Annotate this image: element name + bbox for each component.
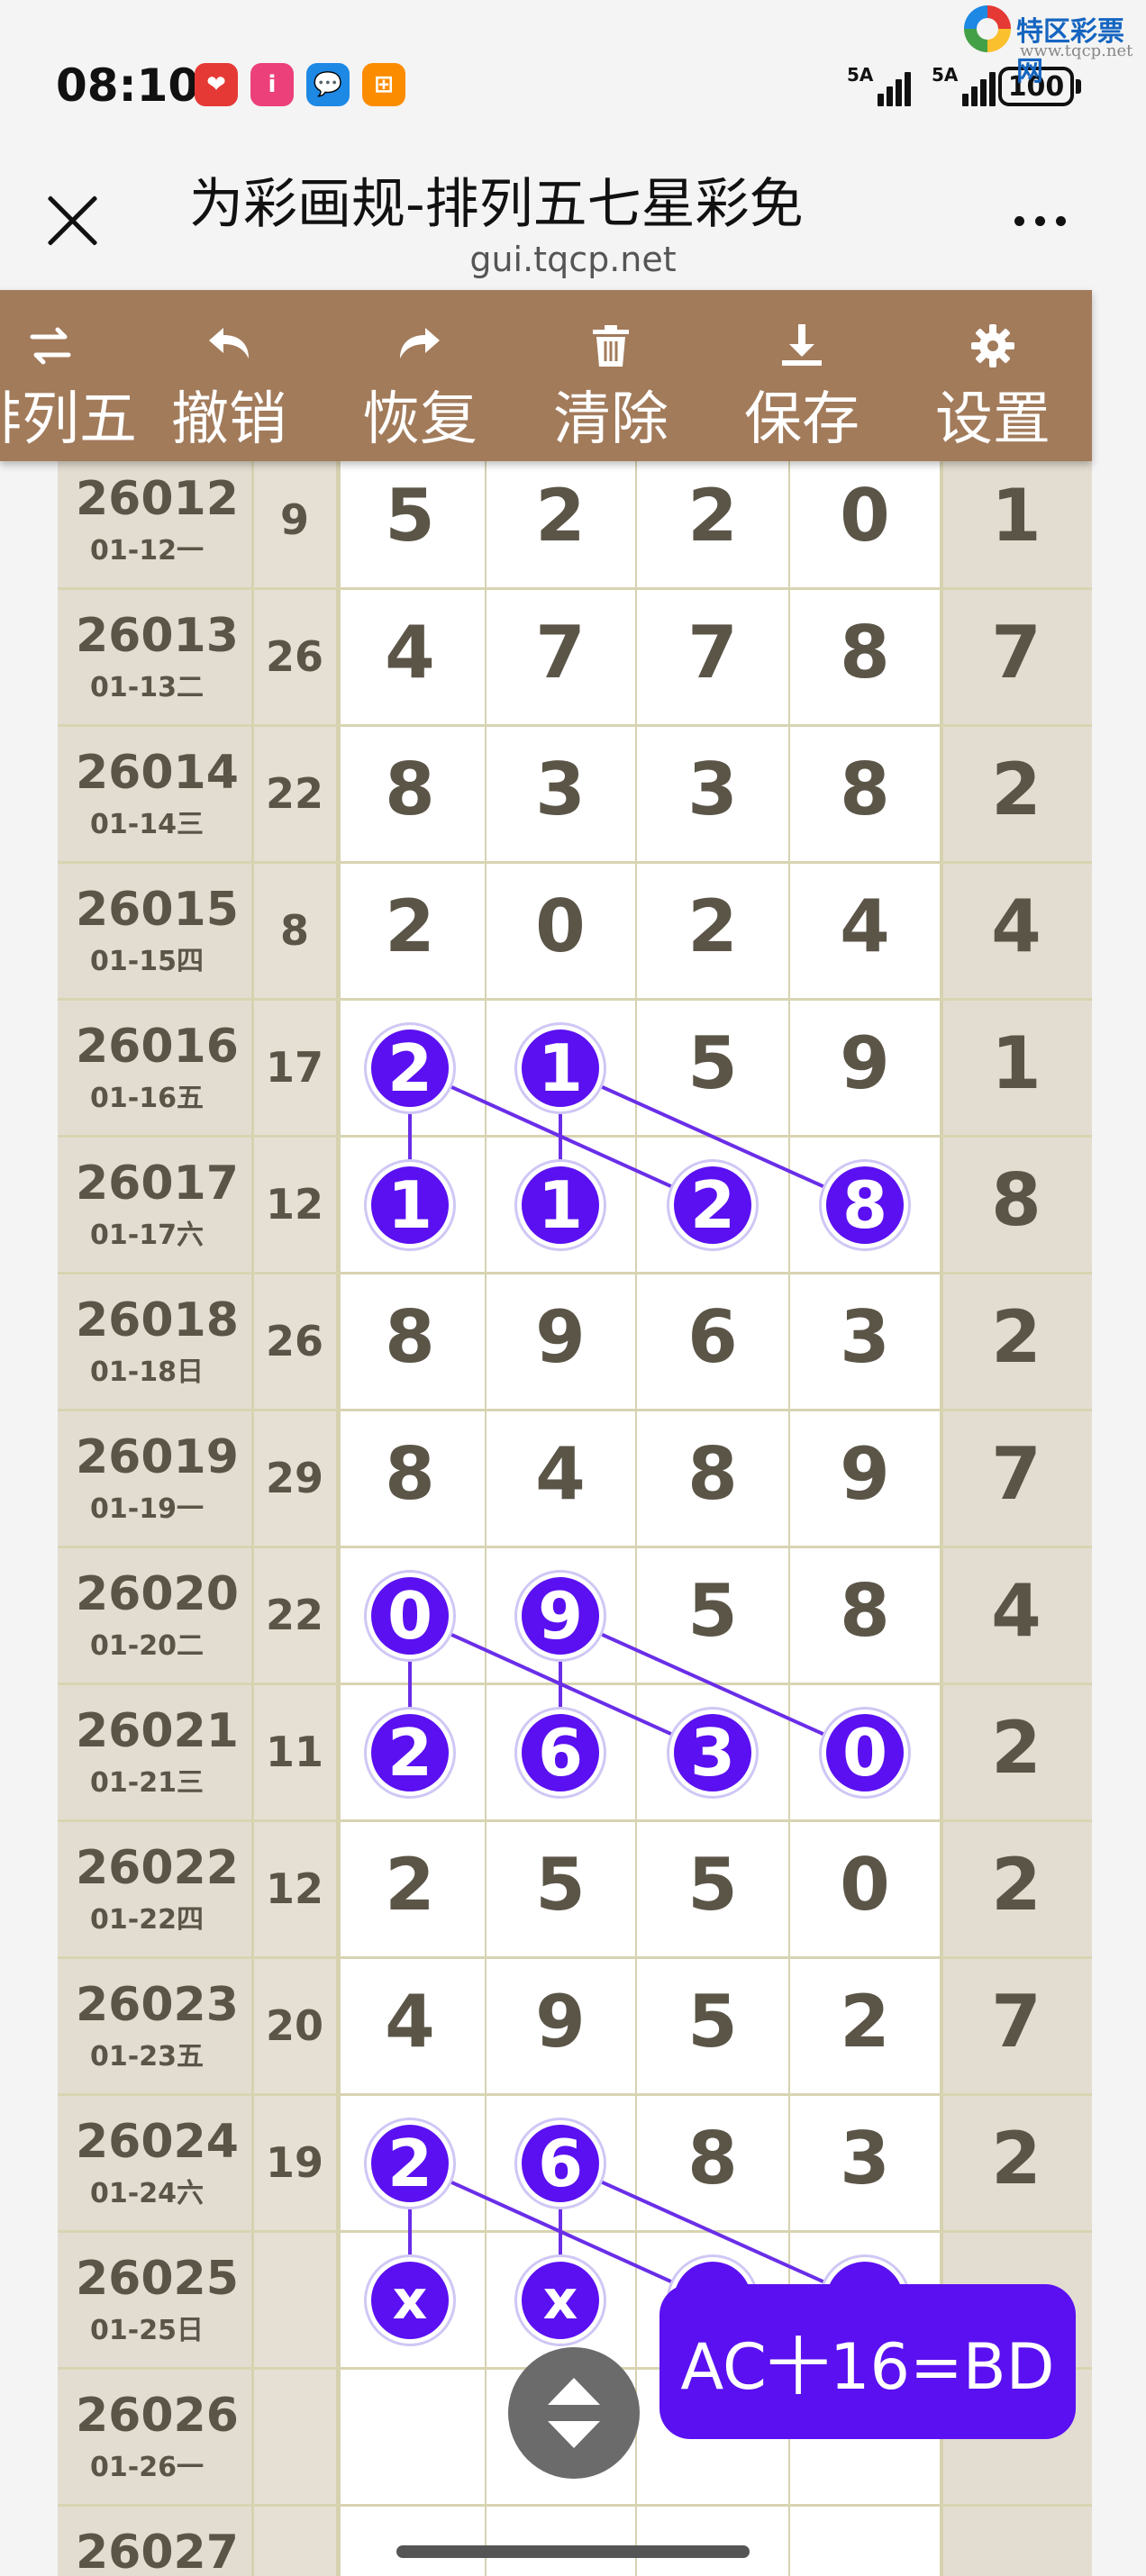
undo-button[interactable]: 撤销	[139, 290, 319, 461]
highlighted-digit[interactable]: 8	[822, 1162, 908, 1248]
highlighted-digit[interactable]: 0	[367, 1573, 453, 1659]
draw-results-table: 26012 01-12一 9 5 2 2 0 1 26013 01-13二 26 4 7 7 8 7 26014…	[58, 461, 1092, 2576]
page-url: gui.tqcp.net	[469, 240, 677, 279]
highlighted-digit[interactable]: 3	[669, 1710, 756, 1796]
toolbar-label: 排列五	[0, 386, 137, 453]
signal-label: 5A	[932, 64, 959, 86]
signal-icon: 5A	[847, 65, 919, 110]
toolbar: 排列五 撤销 恢复 清除 保存 设置	[0, 290, 1092, 461]
highlighted-digit[interactable]: x	[517, 2257, 604, 2344]
toolbar-label: 清除	[553, 386, 668, 453]
clear-button[interactable]: 清除	[521, 290, 701, 461]
toolbar-label: 撤销	[171, 386, 286, 453]
undo-icon	[209, 328, 249, 358]
highlighted-digit[interactable]: 0	[822, 1710, 908, 1796]
redo-icon	[400, 328, 440, 358]
highlighted-digit[interactable]: 1	[517, 1162, 604, 1248]
signal-icon: 5A	[932, 65, 1004, 110]
redo-button[interactable]: 恢复	[330, 290, 510, 461]
highlighted-digit[interactable]: 1	[517, 1025, 604, 1111]
highlighted-digit[interactable]: 2	[669, 1162, 756, 1248]
download-icon	[782, 324, 822, 366]
swap-icon	[30, 327, 71, 365]
home-indicator[interactable]	[396, 2545, 750, 2558]
signal-label: 5A	[847, 64, 874, 86]
settings-button[interactable]: 设置	[903, 290, 1083, 461]
formula-button[interactable]: AC十16=BD	[659, 2284, 1076, 2439]
gift-icon: ❤	[195, 63, 238, 106]
toolbar-label: 设置	[935, 386, 1050, 453]
highlighted-digit[interactable]: 6	[517, 1710, 604, 1796]
status-bar: 08:10 ❤ i 💬 ⊞ 5A 5A 100 特区彩票网 www.tqcp.net	[0, 0, 1146, 135]
highlighted-digit[interactable]: 1	[367, 1162, 453, 1248]
toolbar-label: 恢复	[362, 386, 478, 453]
highlighted-digit[interactable]: 2	[367, 1025, 453, 1111]
save-button[interactable]: 保存	[712, 290, 892, 461]
toolbar-label: 保存	[744, 386, 860, 453]
watermark-logo-icon	[964, 5, 1011, 52]
highlighted-digit[interactable]: 6	[517, 2120, 604, 2207]
browser-title-bar: 为彩画规-排列五七星彩免 gui.tqcp.net	[0, 135, 1146, 290]
grid-app-icon: ⊞	[362, 63, 405, 106]
arrow-down-icon	[548, 2421, 600, 2448]
status-time: 08:10	[56, 59, 200, 112]
gear-icon	[971, 324, 1014, 367]
page-title: 为彩画规-排列五七星彩免	[189, 173, 804, 236]
highlighted-digit[interactable]: 9	[517, 1573, 604, 1659]
scroll-toggle-button[interactable]	[508, 2347, 640, 2479]
highlighted-digit[interactable]: x	[367, 2257, 453, 2344]
highlighted-digit[interactable]: 2	[367, 2120, 453, 2207]
more-options-icon[interactable]	[1014, 216, 1066, 226]
trash-icon	[593, 325, 629, 367]
chat-icon: 💬	[306, 63, 350, 106]
arrow-up-icon	[548, 2378, 600, 2405]
highlighted-digit[interactable]: 2	[367, 1710, 453, 1796]
watermark-url: www.tqcp.net	[1020, 41, 1133, 60]
lottery-switch-button[interactable]: 排列五	[0, 290, 141, 461]
notes-icon: i	[250, 63, 294, 106]
